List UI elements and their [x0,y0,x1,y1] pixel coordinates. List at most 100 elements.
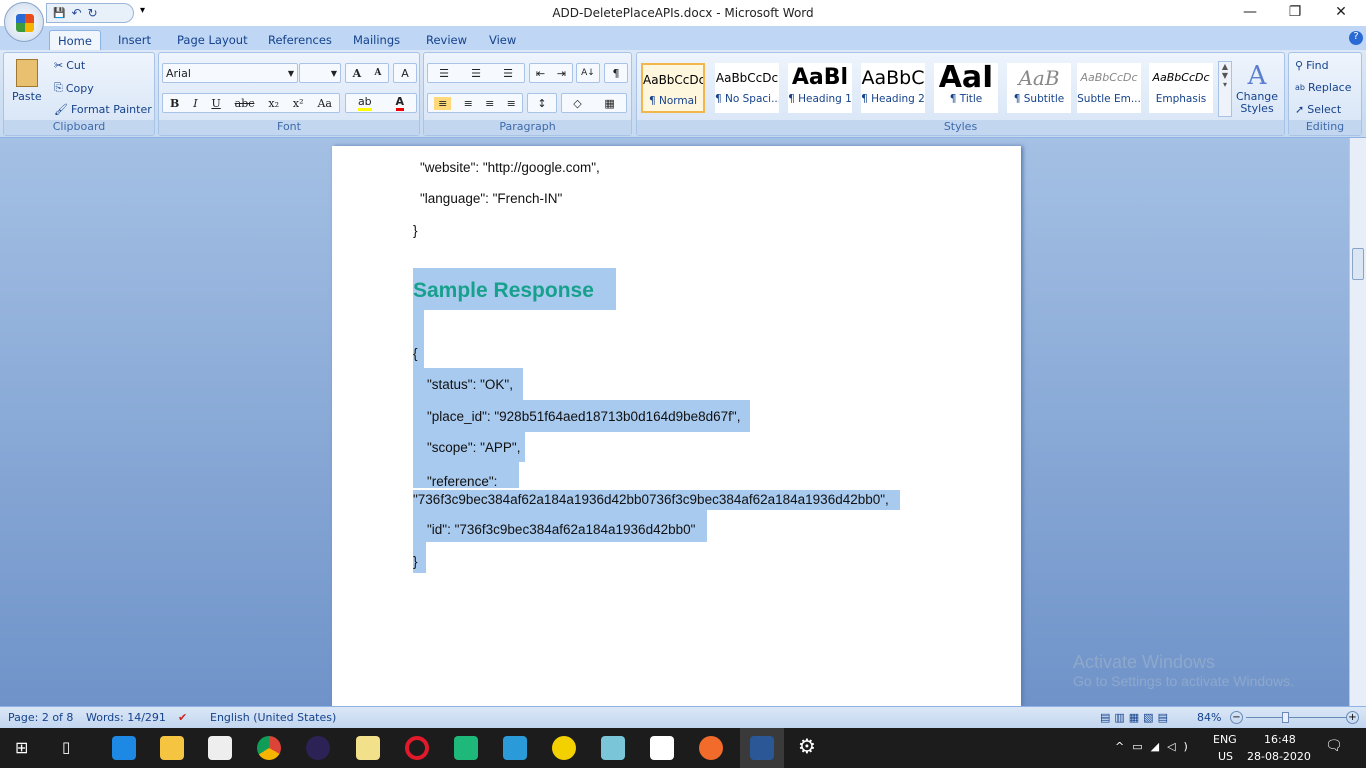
app-k-icon[interactable] [454,736,478,760]
word-taskbar-button[interactable] [740,728,784,768]
select-button[interactable]: ➚ Select [1295,103,1341,116]
subscript-button[interactable]: x₂ [268,97,279,110]
alignment-buttons: ≡ ≡ ≡ ≡ [427,93,523,113]
windows-start-icon[interactable]: ⊞ [15,738,28,757]
tab-insert[interactable]: Insert [110,30,159,50]
clipboard-group: Paste ✂ Cut ⎘ Copy 🖌 Format Painter Clipboa… [3,52,155,136]
zoom-slider[interactable]: − + [1230,711,1360,725]
input-region[interactable]: US [1218,750,1233,763]
styles-scroll[interactable]: ▲ ▼ ▾ [1218,61,1232,117]
page-count[interactable]: Page: 2 of 8 [8,711,73,724]
clock-date[interactable]: 28-08-2020 [1247,750,1311,763]
tab-references[interactable]: References [260,30,340,50]
customize-qat-icon[interactable]: ▾ [140,5,145,16]
increase-indent-button[interactable]: ⇥ [557,67,566,80]
superscript-button[interactable]: x² [293,97,304,110]
app-glass-icon[interactable] [601,736,625,760]
file-explorer-icon[interactable] [160,736,184,760]
save-icon[interactable]: 💾 [53,8,65,19]
tab-review[interactable]: Review [418,30,475,50]
style-no-spacing[interactable]: AaBbCcDc ¶ No Spaci... [715,63,779,113]
style-subtitle[interactable]: AaB ¶ Subtitle [1007,63,1071,113]
restore-button[interactable]: ❐ [1280,4,1310,20]
office-button[interactable] [4,2,44,42]
system-tray-icons[interactable]: ^▭◢◁) [1115,740,1196,753]
center-button[interactable]: ≡ [464,97,473,110]
change-styles-button[interactable]: A Change Styles [1235,61,1279,115]
align-left-button[interactable]: ≡ [434,96,452,110]
italic-button[interactable]: I [193,97,197,110]
borders-button[interactable]: ▦ [604,97,614,110]
style-emphasis[interactable]: AaBbCcDc Emphasis [1149,63,1213,113]
shrink-font-button[interactable]: A [374,68,381,78]
tab-home[interactable]: Home [49,30,101,51]
multilevel-list-button[interactable]: ☰ [503,67,513,80]
shading-button[interactable]: ◇ [573,97,581,110]
zoom-level[interactable]: 84% [1197,711,1221,724]
sort-button[interactable]: A↓ [576,63,600,83]
line-spacing-button[interactable]: ↕ [527,93,557,113]
numbering-button[interactable]: ☰ [471,67,481,80]
vertical-scrollbar[interactable] [1349,138,1366,706]
align-right-button[interactable]: ≡ [485,97,494,110]
grow-font-button[interactable]: A [353,67,362,80]
tab-page-layout[interactable]: Page Layout [169,30,256,50]
find-button[interactable]: ⚲ Find [1295,59,1329,72]
font-name-select[interactable]: Arial ▼ [162,63,298,83]
copy-button[interactable]: ⎘ Copy [54,81,94,95]
indent-buttons: ⇤ ⇥ [529,63,573,83]
replace-button[interactable]: ab Replace [1295,81,1352,94]
style-heading-1[interactable]: AaBl ¶ Heading 1 [788,63,852,113]
close-button[interactable]: ✕ [1326,4,1356,20]
opera-icon[interactable] [405,736,429,760]
paste-button[interactable]: Paste [12,59,42,103]
chrome-icon[interactable] [257,736,281,760]
style-subtle-emphasis[interactable]: AaBbCcDc Subtle Em... [1077,63,1141,113]
language-indicator[interactable]: English (United States) [210,711,336,724]
strikethrough-button[interactable]: abc [235,97,255,110]
underline-button[interactable]: U [211,97,220,110]
style-title[interactable]: AaI ¶ Title [934,63,998,113]
font-color-button[interactable]: A [395,95,405,111]
edge-icon[interactable] [112,736,136,760]
input-language[interactable]: ENG [1213,733,1237,746]
decrease-indent-button[interactable]: ⇤ [536,67,545,80]
notifications-icon[interactable]: 🗨 [1325,738,1343,754]
tab-view[interactable]: View [481,30,524,50]
style-heading-2[interactable]: AaBbC ¶ Heading 2 [861,63,925,113]
redo-icon[interactable]: ↻ [88,6,98,20]
change-case-button[interactable]: Aa [317,97,332,110]
tab-mailings[interactable]: Mailings [345,30,408,50]
highlight-button[interactable]: ab [357,95,372,111]
bullets-button[interactable]: ☰ [439,67,449,80]
justify-button[interactable]: ≡ [507,97,516,110]
proofing-icon[interactable]: ✔ [178,711,187,724]
font-size-select[interactable]: ▼ [299,63,341,83]
word-count[interactable]: Words: 14/291 [86,711,166,724]
clock-time[interactable]: 16:48 [1264,733,1296,746]
style-normal[interactable]: AaBbCcDc ¶ Normal [641,63,705,113]
app-yellow-icon[interactable] [552,736,576,760]
app-box-icon[interactable] [503,736,527,760]
scrollbar-thumb[interactable] [1352,248,1364,280]
settings-icon[interactable]: ⚙ [798,734,816,758]
doc-line: "scope": "APP", [413,432,525,462]
format-painter-button[interactable]: 🖌 Format Painter [54,103,152,116]
title-bar: ADD-DeletePlaceAPIs.docx - Microsoft Wor… [0,0,1366,26]
postman-icon[interactable] [699,736,723,760]
document-page[interactable]: "website": "http://google.com", "languag… [332,146,1021,706]
cut-button[interactable]: ✂ Cut [54,59,85,72]
bold-button[interactable]: B [170,97,179,110]
show-formatting-button[interactable]: ¶ [604,63,628,83]
clear-formatting-button[interactable]: A [393,63,417,83]
store-icon[interactable] [208,736,232,760]
sticky-notes-icon[interactable] [356,736,380,760]
view-buttons[interactable]: ▤▥▦▧▤ [1100,711,1172,724]
minimize-button[interactable]: — [1235,4,1265,20]
undo-icon[interactable]: ↶ [71,6,81,20]
eclipse-icon[interactable] [306,736,330,760]
photos-icon[interactable] [650,736,674,760]
paragraph-group: ☰ ☰ ☰ ⇤ ⇥ A↓ ¶ ≡ ≡ ≡ ≡ ↕ ◇ ▦ Paragraph [423,52,632,136]
help-icon[interactable]: ? [1349,31,1363,45]
task-view-icon[interactable]: ▯ [62,738,70,756]
